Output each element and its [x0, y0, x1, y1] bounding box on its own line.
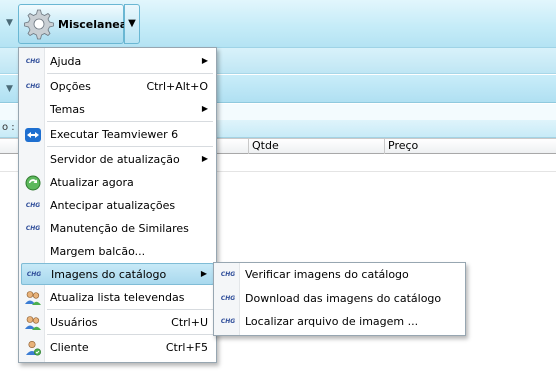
users-icon: [24, 315, 42, 331]
menu-item-shortcut: Ctrl+F5: [165, 341, 208, 354]
submenu-item-label: Localizar arquivo de imagem ...: [245, 315, 419, 328]
menu-item-atualiza-televendas[interactable]: Atualiza lista televendas: [21, 287, 214, 309]
menu-item-label: Servidor de atualização: [50, 153, 180, 166]
miscelanea-dropdown-button[interactable]: ▼: [124, 4, 140, 44]
menu-separator: [47, 73, 213, 74]
menu-separator: [47, 121, 213, 122]
chg-icon: CHG: [25, 202, 41, 209]
menu-separator: [47, 334, 213, 335]
menu-item-antecipar-atualizacoes[interactable]: CHG Antecipar atualizações: [21, 195, 214, 217]
submenu-item-label: Verificar imagens do catálogo: [245, 268, 409, 281]
menu-item-imagens-catalogo[interactable]: CHG Imagens do catálogo ▶: [21, 263, 214, 285]
menu-item-usuarios[interactable]: Usuários Ctrl+U: [21, 312, 214, 334]
menu-item-opcoes[interactable]: CHG Opções Ctrl+Alt+O: [21, 76, 214, 98]
submenu-arrow-icon: ▶: [201, 104, 208, 113]
submenu-item-localizar-arquivo[interactable]: CHG Localizar arquivo de imagem ...: [216, 311, 463, 333]
miscelanea-menu: CHG Ajuda ▶ CHG Opções Ctrl+Alt+O Temas …: [18, 47, 217, 363]
imagens-catalogo-submenu: CHG Verificar imagens do catálogo CHG Do…: [213, 262, 466, 336]
miscelanea-button[interactable]: Miscelanea: [18, 4, 128, 44]
chg-icon: CHG: [220, 318, 236, 325]
menu-item-shortcut: Ctrl+U: [171, 316, 208, 329]
menu-item-label: Cliente: [50, 341, 89, 354]
submenu-item-download-imagens[interactable]: CHG Download das imagens do catálogo: [216, 288, 463, 310]
column-header-qtde[interactable]: Qtde: [248, 139, 385, 154]
menu-item-manutencao-similares[interactable]: CHG Manutenção de Similares: [21, 218, 214, 240]
menu-item-label: Executar Teamviewer 6: [50, 128, 179, 141]
menu-item-label: Temas: [50, 103, 85, 116]
menu-item-label: Ajuda: [50, 55, 82, 68]
chg-icon: CHG: [220, 271, 236, 278]
submenu-arrow-icon: ▶: [201, 154, 208, 163]
menu-item-cliente[interactable]: Cliente Ctrl+F5: [21, 337, 214, 359]
menu-item-teamviewer[interactable]: Executar Teamviewer 6: [21, 124, 214, 146]
menu-item-label: Antecipar atualizações: [50, 199, 176, 212]
filter-dropdown-arrow[interactable]: ▼: [6, 84, 13, 94]
teamviewer-icon: [24, 127, 42, 143]
chg-icon: CHG: [25, 83, 41, 90]
chg-icon: CHG: [220, 295, 236, 302]
menu-item-label: Imagens do catálogo: [51, 268, 167, 281]
menu-separator: [47, 309, 213, 310]
update-globe-icon: [24, 175, 42, 191]
menu-item-label: Margem balcão...: [50, 245, 146, 258]
menu-item-label: Manutenção de Similares: [50, 222, 189, 235]
menu-item-atualizar-agora[interactable]: Atualizar agora: [21, 172, 214, 194]
menu-item-servidor-atualizacao[interactable]: Servidor de atualização ▶: [21, 149, 214, 171]
menu-item-label: Atualizar agora: [50, 176, 134, 189]
menu-item-label: Atualiza lista televendas: [50, 291, 185, 304]
column-header-preco[interactable]: Preço: [384, 139, 556, 154]
submenu-item-label: Download das imagens do catálogo: [245, 292, 442, 305]
menu-item-margem-balcao[interactable]: Margem balcão...: [21, 241, 214, 263]
menu-item-ajuda[interactable]: CHG Ajuda ▶: [21, 51, 214, 73]
submenu-item-verificar-imagens[interactable]: CHG Verificar imagens do catálogo: [216, 264, 463, 286]
menu-item-shortcut: Ctrl+Alt+O: [146, 80, 208, 93]
toolbar-dropdown-arrow[interactable]: ▼: [6, 18, 13, 28]
submenu-arrow-icon: ▶: [200, 269, 207, 278]
chg-icon: CHG: [25, 225, 41, 232]
users-icon: [24, 290, 42, 306]
menu-item-temas[interactable]: Temas ▶: [21, 99, 214, 121]
submenu-arrow-icon: ▶: [201, 56, 208, 65]
menu-separator: [47, 146, 213, 147]
client-icon: [24, 340, 42, 356]
menu-item-label: Opções: [50, 80, 91, 93]
chg-icon: CHG: [26, 271, 42, 278]
chg-icon: CHG: [25, 58, 41, 65]
miscelanea-label: Miscelanea: [58, 18, 128, 31]
gear-icon: [24, 9, 54, 40]
menu-item-label: Usuários: [50, 316, 98, 329]
